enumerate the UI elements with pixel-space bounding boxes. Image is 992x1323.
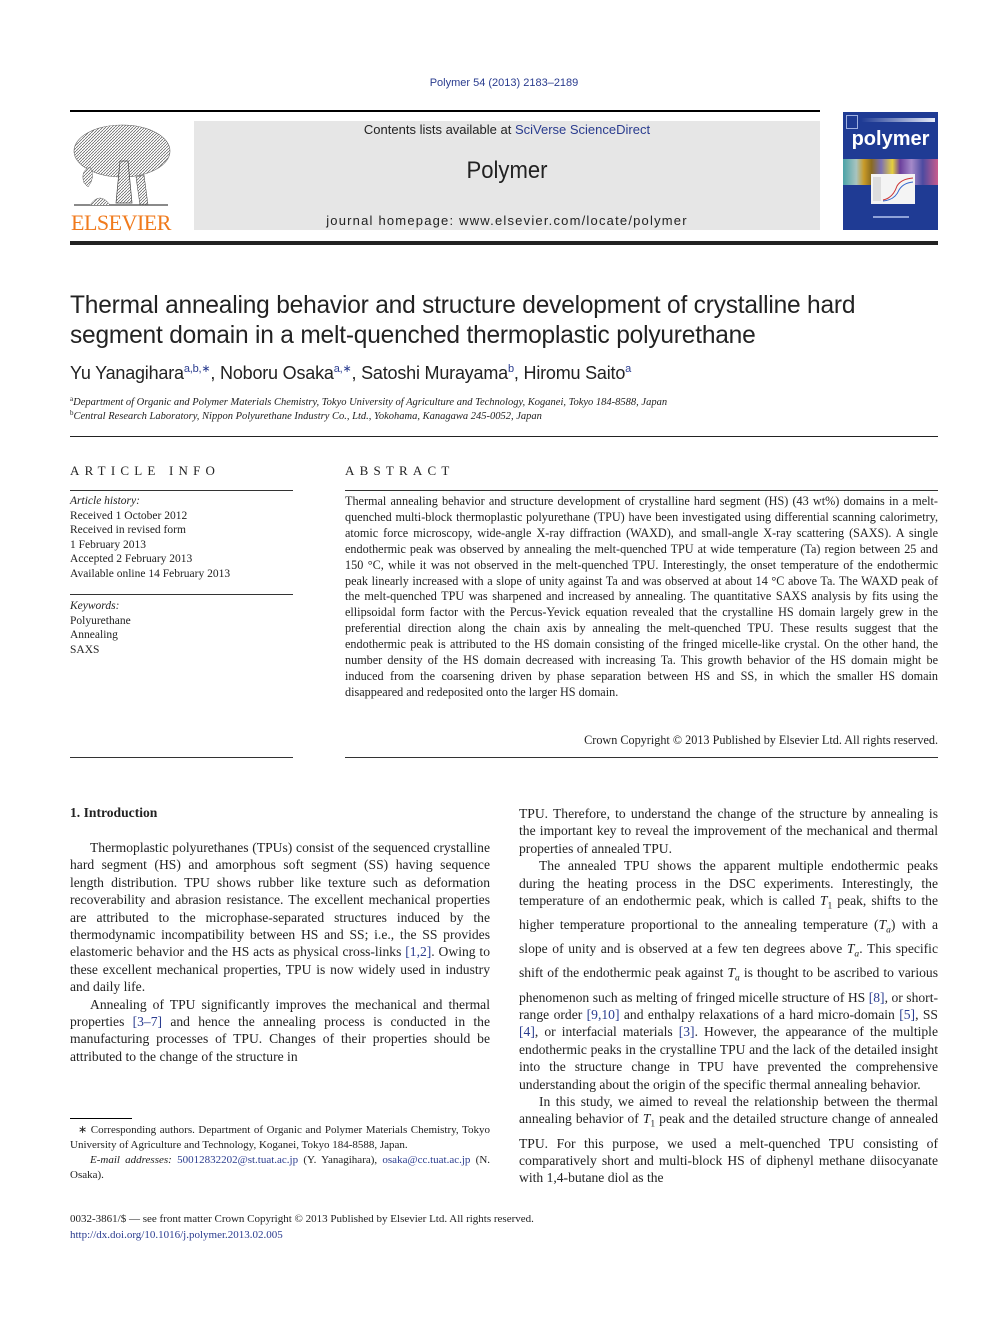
email-link[interactable]: osaka@cc.tuat.ac.jp: [382, 1154, 470, 1166]
header-rule: [70, 110, 820, 112]
cover-title: polymer: [851, 128, 930, 150]
keyword: Polyurethane: [70, 614, 131, 627]
article-info-bottom-rule: [70, 757, 293, 758]
author[interactable]: Noboru Osakaa,∗: [220, 363, 352, 383]
doi-link[interactable]: http://dx.doi.org/10.1016/j.polymer.2013…: [70, 1229, 283, 1241]
right-column: TPU. Therefore, to understand the change…: [519, 805, 938, 1187]
email-link[interactable]: 50012832202@st.tuat.ac.jp: [177, 1154, 298, 1166]
footer: 0032-3861/$ — see front matter Crown Cop…: [70, 1212, 534, 1243]
journal-banner: Contents lists available at SciVerse Sci…: [194, 121, 820, 230]
title-line: segment domain in a melt-quenched thermo…: [70, 321, 756, 349]
footnote-rule: [70, 1118, 132, 1119]
abstract-copyright: Crown Copyright © 2013 Published by Else…: [584, 733, 938, 747]
history-item: 1 February 2013: [70, 538, 147, 551]
reference-link[interactable]: [5]: [899, 1007, 915, 1022]
history-label: Article history:: [70, 495, 140, 507]
title-bottom-rule: [70, 436, 938, 437]
abstract-bottom-rule: [345, 757, 938, 758]
abstract-heading: ABSTRACT: [345, 463, 455, 478]
history-item: Received 1 October 2012: [70, 509, 188, 522]
author-affiliation-link[interactable]: a: [625, 363, 631, 375]
reference-link[interactable]: [4]: [519, 1024, 535, 1039]
cover-imprint: [873, 216, 909, 218]
author[interactable]: Satoshi Murayamab: [361, 363, 514, 383]
abstract-text: Thermal annealing behavior and structure…: [345, 494, 938, 699]
paragraph: TPU. Therefore, to understand the change…: [519, 806, 938, 856]
author-list: Yu Yanagiharaa,b,∗, Noboru Osakaa,∗, Sat…: [70, 363, 632, 383]
section-heading-introduction: 1. Introduction: [70, 805, 158, 820]
article-info-heading: ARTICLE INFO: [70, 463, 221, 478]
journal-title: Polymer: [466, 157, 548, 184]
paragraph: In this study, we aimed to reveal the re…: [519, 1093, 938, 1186]
cover-chart-icon: [871, 174, 915, 204]
history-item: Received in revised form: [70, 524, 186, 536]
issn-line: 0032-3861/$ — see front matter Crown Cop…: [70, 1213, 534, 1225]
keyword: Annealing: [70, 629, 118, 641]
cover-bar: [861, 118, 935, 122]
corresponding-author-footnote: ∗ Corresponding authors. Department of O…: [70, 1123, 490, 1183]
title-line: Thermal annealing behavior and structure…: [70, 291, 856, 319]
author-affiliation-link[interactable]: a,b,∗: [184, 363, 211, 375]
author[interactable]: Hiromu Saitoa: [524, 363, 632, 383]
history-item: Available online 14 February 2013: [70, 567, 231, 580]
paragraph: Annealing of TPU significantly improves …: [70, 996, 490, 1064]
reference-link[interactable]: [3–7]: [133, 1014, 162, 1029]
keywords-rule: [70, 594, 293, 595]
keyword: SAXS: [70, 643, 100, 656]
affiliation: bCentral Research Laboratory, Nippon Pol…: [70, 409, 542, 422]
elsevier-wordmark: ELSEVIER: [71, 210, 171, 235]
contents-line: Contents lists available at SciVerse Sci…: [363, 122, 651, 137]
journal-cover: polymer: [843, 112, 938, 230]
journal-citation[interactable]: Polymer 54 (2013) 2183–2189: [0, 77, 992, 89]
homepage-link[interactable]: www.elsevier.com/locate/polymer: [459, 213, 688, 228]
reference-link[interactable]: [1,2]: [405, 944, 431, 959]
article-title: Thermal annealing behavior and structure…: [70, 290, 923, 350]
affiliation: aDepartment of Organic and Polymer Mater…: [70, 395, 668, 408]
article-info-rule: [70, 490, 293, 491]
tree-icon: [73, 124, 171, 206]
reference-link[interactable]: [8]: [869, 990, 885, 1005]
article-history: Article history: Received 1 October 2012…: [70, 494, 293, 581]
cover-publisher-icon: [846, 115, 858, 129]
keywords-label: Keywords:: [70, 600, 120, 612]
author[interactable]: Yu Yanagiharaa,b,∗: [70, 363, 211, 383]
email-addresses: E-mail addresses: 50012832202@st.tuat.ac…: [70, 1154, 491, 1181]
history-item: Accepted 2 February 2013: [70, 553, 193, 565]
paragraph: The annealed TPU shows the apparent mult…: [519, 858, 938, 1092]
footnote-text: ∗ Corresponding authors. Department of O…: [70, 1124, 490, 1151]
abstract-rule: [345, 490, 938, 491]
paragraph: Thermoplastic polyurethanes (TPUs) consi…: [70, 840, 490, 995]
journal-homepage: journal homepage: www.elsevier.com/locat…: [326, 213, 688, 228]
reference-link[interactable]: [9,10]: [587, 1007, 620, 1022]
citation-link[interactable]: Polymer 54 (2013) 2183–2189: [430, 77, 579, 89]
header-bottom-rule: [70, 241, 938, 245]
sciencedirect-link[interactable]: SciVerse ScienceDirect: [515, 122, 650, 137]
left-column: Thermoplastic polyurethanes (TPUs) consi…: [70, 839, 490, 1065]
keywords: Keywords: Polyurethane Annealing SAXS: [70, 599, 293, 657]
reference-link[interactable]: [3]: [679, 1024, 695, 1039]
author-affiliation-link[interactable]: a,∗: [334, 363, 352, 375]
